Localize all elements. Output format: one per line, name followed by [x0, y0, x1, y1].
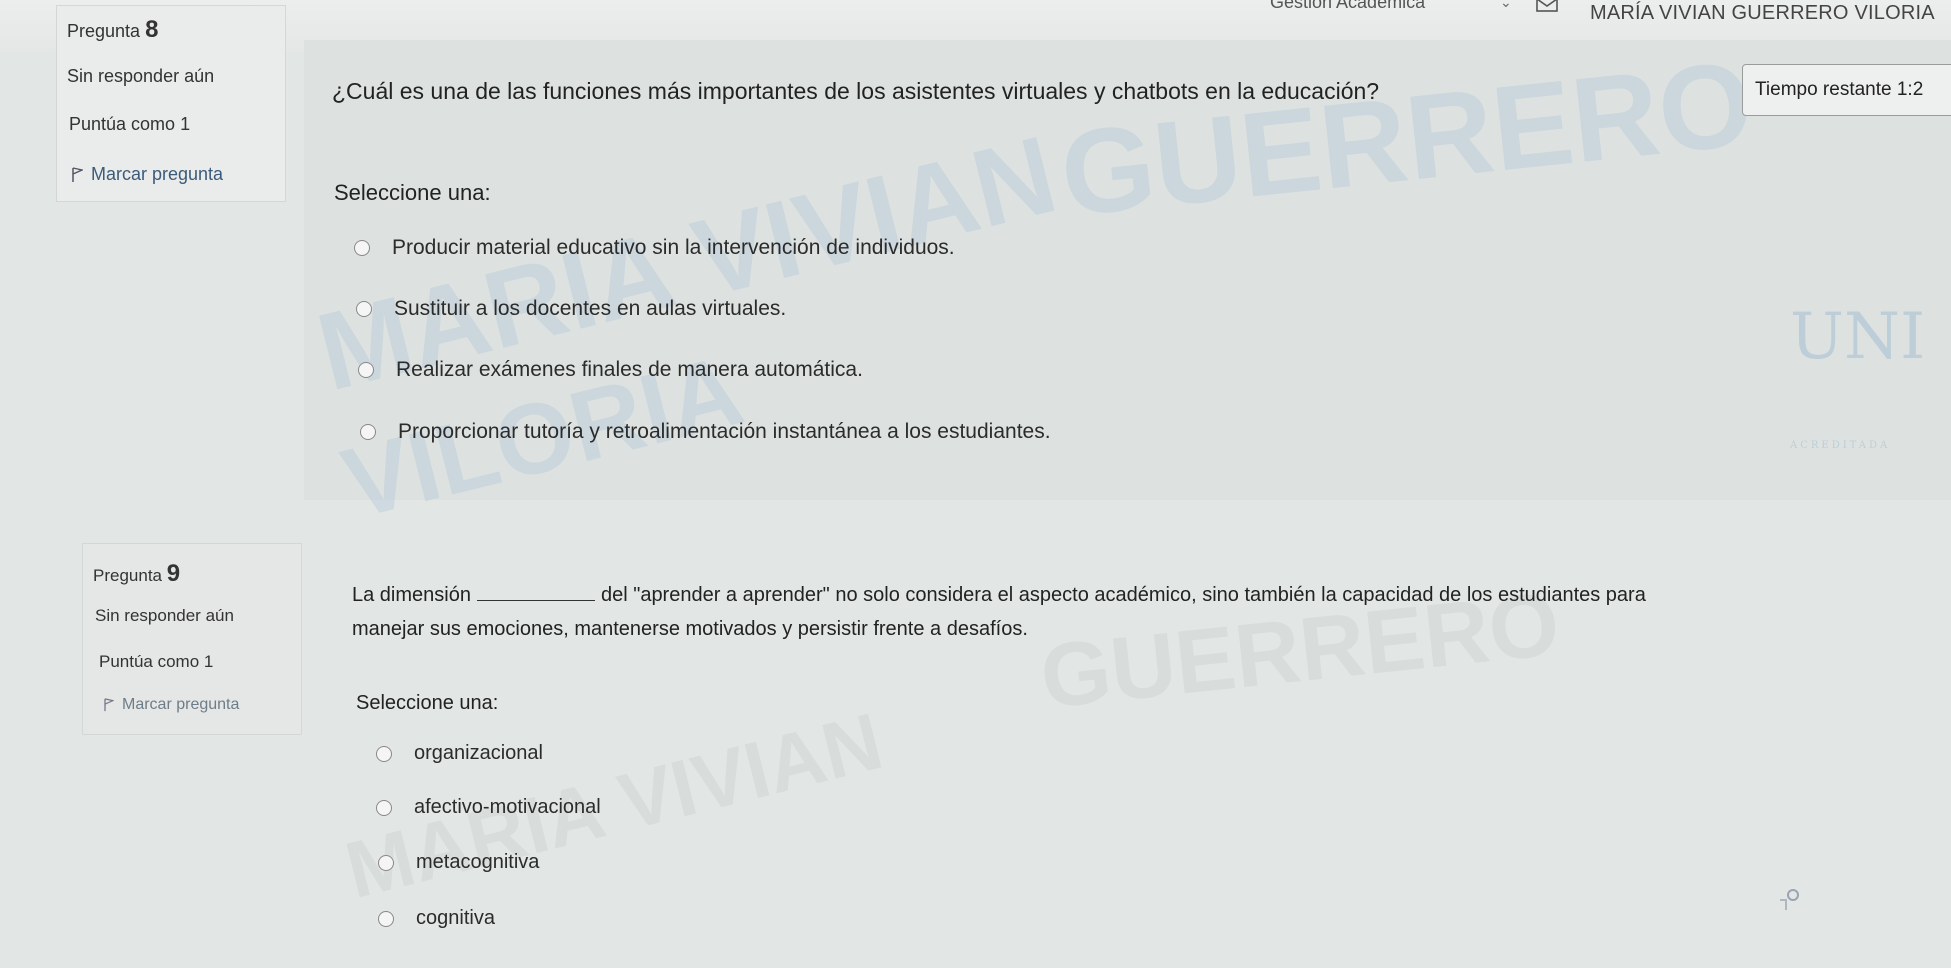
- radio-button[interactable]: [378, 910, 394, 927]
- question-info-box: Pregunta 8 Sin responder aún Puntúa como…: [56, 5, 286, 202]
- answer-option-label: afectivo-motivacional: [414, 796, 601, 818]
- answer-option[interactable]: cognitiva: [378, 907, 495, 930]
- answer-option-label: organizacional: [414, 742, 543, 764]
- chevron-down-icon[interactable]: ⌄: [1500, 0, 1512, 11]
- question-score: Puntúa como 1: [99, 652, 214, 671]
- question-info-box: Pregunta 9 Sin responder aún Puntúa como…: [82, 543, 302, 735]
- question-title-prefix: Pregunta: [67, 21, 141, 41]
- question-number: Pregunta 8: [67, 16, 158, 44]
- time-remaining-label: Tiempo restante 1:2: [1755, 79, 1924, 100]
- answer-option[interactable]: Realizar exámenes finales de manera auto…: [358, 358, 863, 382]
- answer-option-label: Sustituir a los docentes en aulas virtua…: [394, 297, 787, 320]
- flag-question-link[interactable]: Marcar pregunta: [103, 696, 239, 714]
- radio-button[interactable]: [378, 854, 394, 871]
- answer-option-label: metacognitiva: [416, 851, 540, 873]
- user-name[interactable]: MARÍA VIVIAN GUERRERO VILORIA: [1590, 2, 1935, 25]
- question-status: Sin responder aún: [67, 66, 215, 86]
- radio-button[interactable]: [376, 799, 392, 816]
- fill-in-blank: [476, 582, 595, 601]
- radio-button[interactable]: [360, 424, 376, 440]
- question-text: ¿Cuál es una de las funciones más import…: [332, 78, 1380, 104]
- answer-option[interactable]: afectivo-motivacional: [376, 796, 601, 819]
- flag-icon: [104, 698, 114, 711]
- answer-option-label: Producir material educativo sin la inter…: [392, 236, 955, 259]
- question-text-line2: manejar sus emociones, mantenerse motiva…: [352, 618, 1028, 640]
- radio-button[interactable]: [358, 362, 374, 378]
- answer-option-label: cognitiva: [416, 907, 495, 929]
- question-text-part2: del "aprender a aprender" no solo consid…: [600, 584, 1646, 606]
- radio-button[interactable]: [356, 301, 372, 317]
- question-score: Puntúa como 1: [69, 114, 191, 134]
- flag-question-label: Marcar pregunta: [91, 164, 224, 184]
- answer-option[interactable]: Sustituir a los docentes en aulas virtua…: [356, 297, 786, 321]
- select-one-label: Seleccione una:: [356, 692, 499, 714]
- question-number: Pregunta 9: [93, 560, 180, 588]
- radio-button[interactable]: [354, 240, 370, 256]
- question-title-prefix: Pregunta: [93, 566, 162, 585]
- question-status: Sin responder aún: [95, 606, 234, 625]
- answer-option[interactable]: Proporcionar tutoría y retroalimentación…: [360, 420, 1051, 444]
- answer-option[interactable]: metacognitiva: [378, 851, 539, 874]
- question-number-value: 9: [166, 560, 181, 587]
- question-text-part1: La dimensión: [352, 584, 471, 606]
- flag-icon: [72, 167, 83, 183]
- university-logo-subtext: ACREDITADA: [1790, 440, 1891, 451]
- flag-question-link[interactable]: Marcar pregunta: [71, 164, 223, 185]
- answer-option-label: Realizar exámenes finales de manera auto…: [396, 358, 863, 381]
- flag-question-label: Marcar pregunta: [122, 696, 240, 713]
- question-number-value: 8: [145, 16, 159, 43]
- answer-option[interactable]: Producir material educativo sin la inter…: [354, 236, 955, 260]
- message-icon[interactable]: [1536, 0, 1558, 12]
- radio-button[interactable]: [376, 745, 392, 762]
- university-logo: UNI: [1790, 300, 1926, 374]
- time-remaining-box: Tiempo restante 1:2: [1742, 64, 1951, 116]
- select-one-label: Seleccione una:: [334, 180, 491, 205]
- question-text: La dimensión del "aprender a aprender" no…: [352, 582, 1646, 607]
- answer-option[interactable]: organizacional: [376, 742, 543, 765]
- accessibility-icon[interactable]: [1776, 888, 1802, 914]
- course-menu-label[interactable]: Gestión Académica: [1270, 0, 1425, 13]
- answer-option-label: Proporcionar tutoría y retroalimentación…: [398, 420, 1051, 443]
